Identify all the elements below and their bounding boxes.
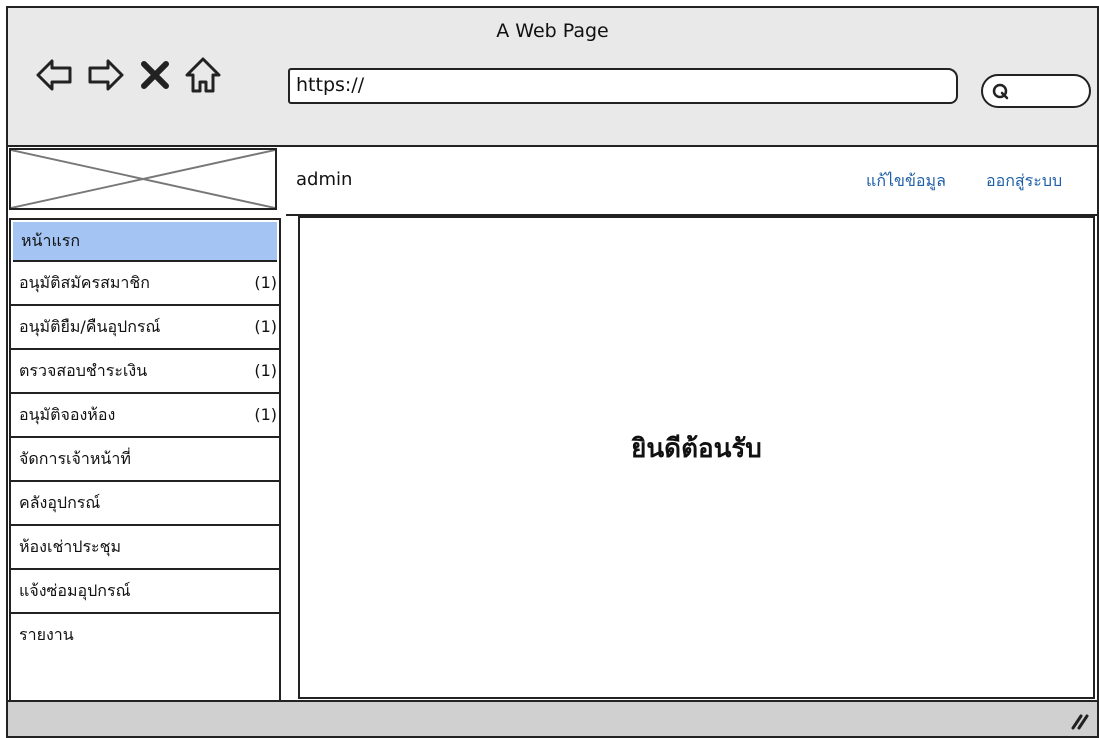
sidebar-item-count: (1) [254, 405, 277, 424]
sidebar-item-label: คลังอุปกรณ์ [19, 493, 101, 512]
logout-link[interactable]: ออกสู่ระบบ [986, 169, 1062, 194]
sidebar-item-member-approval[interactable]: อนุมัติสมัครสมาชิก (1) [11, 262, 279, 306]
sidebar-item-label: หน้าแรก [21, 231, 81, 250]
window-title: A Web Page [496, 20, 609, 42]
sidebar-item-count: (1) [254, 273, 277, 292]
main-panel: ยินดีต้อนรับ [298, 216, 1095, 699]
sidebar-item-payment-check[interactable]: ตรวจสอบชำระเงิน (1) [11, 350, 279, 394]
sidebar-item-repair-request[interactable]: แจ้งซ่อมอุปกรณ์ [11, 570, 279, 614]
browser-window: A Web Page https:// admin แก้ไขข้อมูล ออ… [6, 6, 1099, 738]
sidebar-menu: หน้าแรก อนุมัติสมัครสมาชิก (1) อนุมัติยื… [9, 218, 281, 702]
logo-placeholder [9, 148, 277, 210]
resize-grip-icon[interactable] [1067, 708, 1089, 730]
back-arrow-icon[interactable] [34, 54, 76, 96]
browser-chrome: A Web Page https:// [8, 8, 1097, 147]
page-content: admin แก้ไขข้อมูล ออกสู่ระบบ หน้าแรก อนุ… [8, 147, 1097, 702]
sidebar-item-label: อนุมัติสมัครสมาชิก [19, 273, 150, 292]
sidebar-item-borrow-return-approval[interactable]: อนุมัติยืม/คืนอุปกรณ์ (1) [11, 306, 279, 350]
home-icon[interactable] [182, 54, 224, 96]
edit-profile-link[interactable]: แก้ไขข้อมูล [866, 169, 946, 194]
username-label: admin [296, 169, 353, 190]
sidebar-item-label: ห้องเช่าประชุม [19, 537, 122, 556]
welcome-heading: ยินดีต้อนรับ [631, 434, 762, 464]
sidebar-item-count: (1) [254, 317, 277, 336]
sidebar-item-label: แจ้งซ่อมอุปกรณ์ [19, 581, 131, 600]
sidebar-item-equipment-inventory[interactable]: คลังอุปกรณ์ [11, 482, 279, 526]
search-input[interactable] [981, 74, 1091, 108]
status-bar [8, 700, 1097, 736]
sidebar-item-label: ตรวจสอบชำระเงิน [19, 361, 148, 380]
sidebar-item-label: จัดการเจ้าหน้าที่ [19, 449, 131, 468]
sidebar-item-room-booking-approval[interactable]: อนุมัติจองห้อง (1) [11, 394, 279, 438]
sidebar-item-label: รายงาน [19, 625, 74, 644]
address-bar[interactable]: https:// [288, 68, 958, 104]
sidebar-item-meeting-room-rental[interactable]: ห้องเช่าประชุม [11, 526, 279, 570]
close-icon[interactable] [134, 54, 176, 96]
forward-arrow-icon[interactable] [84, 54, 126, 96]
search-icon [992, 83, 1009, 100]
sidebar-item-home[interactable]: หน้าแรก [13, 222, 277, 262]
sidebar-item-label: อนุมัติยืม/คืนอุปกรณ์ [19, 317, 161, 336]
sidebar-item-staff-management[interactable]: จัดการเจ้าหน้าที่ [11, 438, 279, 482]
sidebar-item-count: (1) [254, 361, 277, 380]
sidebar-item-reports[interactable]: รายงาน [11, 614, 279, 658]
sidebar-item-label: อนุมัติจองห้อง [19, 405, 116, 424]
